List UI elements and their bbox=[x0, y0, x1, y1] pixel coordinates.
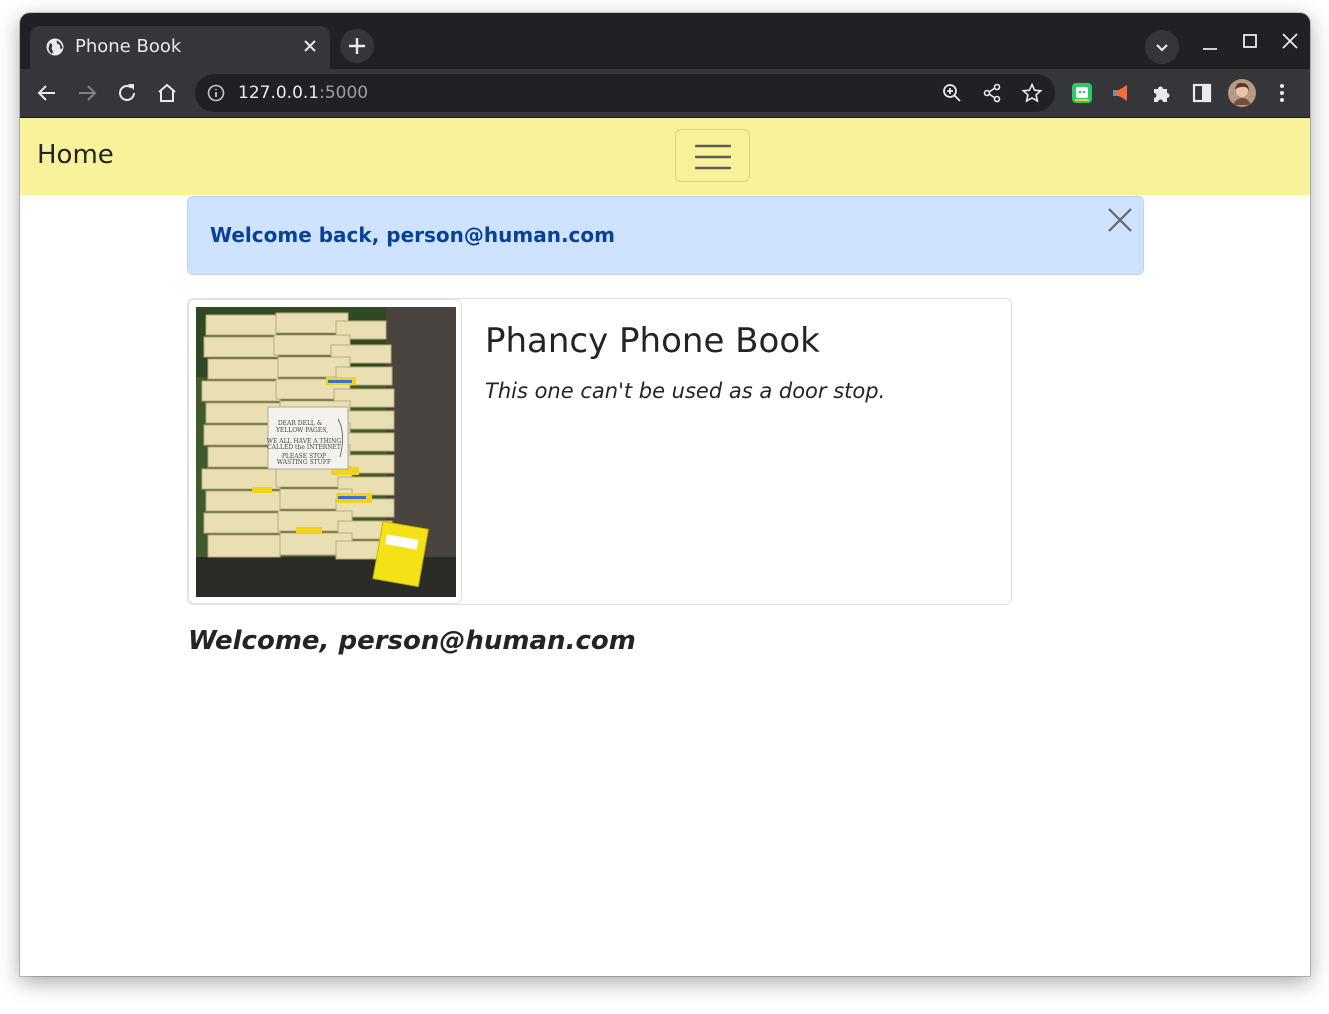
url-port: :5000 bbox=[319, 83, 369, 103]
browser-window: Phone Book 127.0.0.1:5000 Home Welcome b… bbox=[20, 13, 1310, 976]
avatar[interactable] bbox=[1228, 79, 1256, 107]
reload-icon[interactable] bbox=[115, 81, 139, 105]
address-bar[interactable]: 127.0.0.1:5000 bbox=[195, 74, 1055, 112]
tab-strip: Phone Book bbox=[20, 13, 1310, 69]
chevron-down-icon bbox=[1156, 44, 1168, 52]
alert-message: Welcome back, person@human.com bbox=[210, 223, 615, 247]
card-image-frame: DEAR DELL & YELLOW PAGES, WE ALL HAVE A … bbox=[188, 299, 462, 604]
welcome-heading: Welcome, person@human.com bbox=[188, 626, 636, 656]
phone-book-stack-image: DEAR DELL & YELLOW PAGES, WE ALL HAVE A … bbox=[196, 307, 456, 597]
home-icon[interactable] bbox=[155, 81, 179, 105]
sign-line-4: CALLED the INTERNET bbox=[267, 444, 341, 451]
browser-tab[interactable]: Phone Book bbox=[30, 26, 330, 69]
window-close-icon[interactable] bbox=[1276, 29, 1304, 57]
card-title: Phancy Phone Book bbox=[485, 321, 820, 361]
back-icon[interactable] bbox=[35, 81, 59, 105]
sign-line-6: WASTING STUFF bbox=[277, 459, 331, 466]
minimize-icon[interactable] bbox=[1196, 29, 1224, 57]
sign-line-1: DEAR DELL & bbox=[278, 420, 323, 427]
phone-book-card: DEAR DELL & YELLOW PAGES, WE ALL HAVE A … bbox=[187, 298, 1012, 605]
sign-line-2: YELLOW PAGES, bbox=[275, 427, 328, 434]
sidebar-icon[interactable] bbox=[1190, 81, 1214, 105]
page-content: Home Welcome back, person@human.com DEAR… bbox=[20, 118, 1310, 976]
hamburger-icon bbox=[695, 144, 731, 170]
navbar-toggler-button[interactable] bbox=[675, 129, 750, 182]
navbar-brand-home[interactable]: Home bbox=[37, 140, 114, 170]
share-icon[interactable] bbox=[981, 82, 1003, 104]
close-icon[interactable] bbox=[1106, 206, 1134, 234]
url-host: 127.0.0.1 bbox=[238, 83, 320, 103]
zoom-icon[interactable] bbox=[941, 82, 963, 104]
info-icon[interactable] bbox=[207, 84, 225, 102]
browser-toolbar: 127.0.0.1:5000 bbox=[20, 69, 1310, 117]
navbar: Home bbox=[20, 118, 1310, 195]
forward-icon[interactable] bbox=[75, 81, 99, 105]
tab-title: Phone Book bbox=[75, 36, 182, 57]
card-text: This one can't be used as a door stop. bbox=[485, 379, 886, 403]
welcome-alert: Welcome back, person@human.com bbox=[187, 196, 1144, 275]
tab-search-button[interactable] bbox=[1145, 30, 1179, 64]
puzzle-icon[interactable] bbox=[1150, 81, 1174, 105]
close-icon[interactable] bbox=[300, 36, 320, 56]
maximize-icon[interactable] bbox=[1236, 29, 1264, 57]
extension-megaphone-icon[interactable] bbox=[1110, 81, 1134, 105]
star-icon[interactable] bbox=[1021, 82, 1043, 104]
menu-icon[interactable] bbox=[1270, 81, 1294, 105]
new-tab-button[interactable] bbox=[340, 29, 374, 63]
url-text: 127.0.0.1:5000 bbox=[238, 83, 368, 103]
plus-icon bbox=[349, 38, 365, 54]
globe-icon bbox=[46, 38, 64, 56]
extension-green-icon[interactable] bbox=[1070, 81, 1094, 105]
